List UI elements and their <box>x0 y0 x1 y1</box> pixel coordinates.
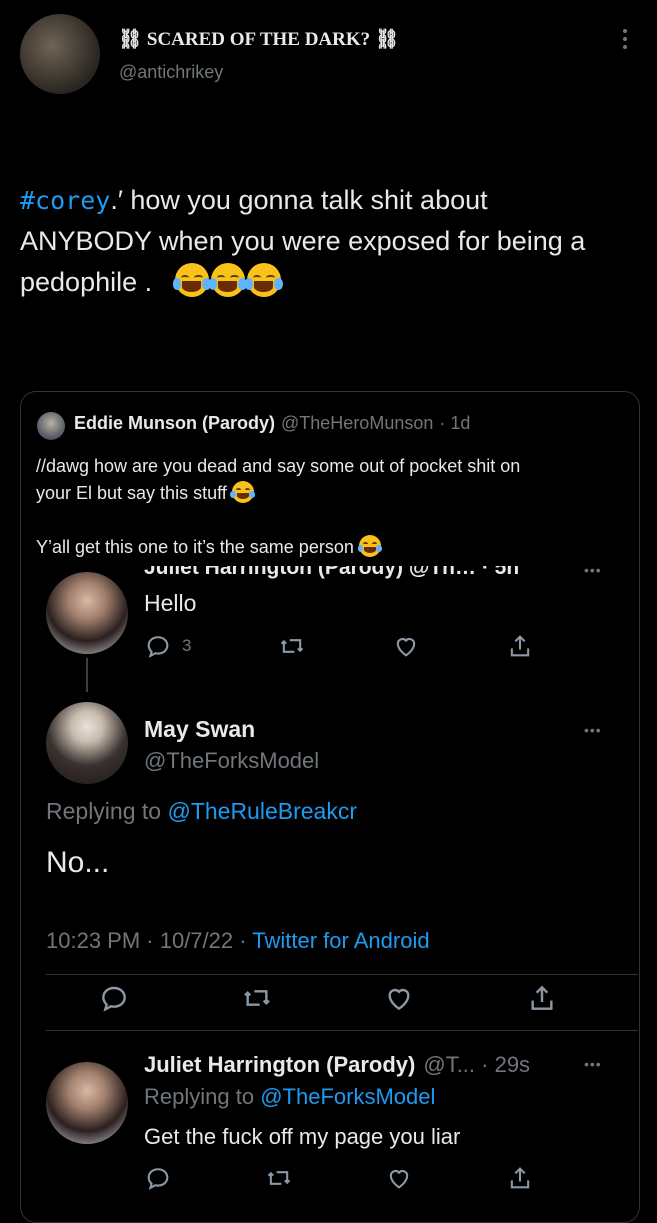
like-icon[interactable] <box>392 632 420 660</box>
reply1-header-partial: Juliet Harrington (Parody) @Th… · 5h <box>144 566 520 579</box>
more-options-icon[interactable] <box>618 28 632 50</box>
quoted-text-line1: //dawg how are you dead and say some out… <box>36 456 521 476</box>
reply2-replying-link[interactable]: @TheForksModel <box>260 1084 435 1109</box>
reply2-more-icon[interactable]: ••• <box>584 1056 602 1072</box>
main-more-icon[interactable]: ••• <box>584 722 602 738</box>
hashtag-link[interactable]: #corey <box>20 186 110 215</box>
divider <box>46 1030 638 1031</box>
main-text: No... <box>46 846 110 879</box>
reply2-replying-to: Replying to @TheForksModel <box>144 1084 435 1110</box>
main-avatar[interactable] <box>46 702 128 784</box>
embedded-screenshot: Juliet Harrington (Parody) @Th… · 5h •••… <box>28 566 638 1200</box>
reply2-avatar[interactable] <box>46 1062 128 1144</box>
main-time: 10:23 PM · 10/7/22 · <box>46 928 247 953</box>
tweet-text-line3: pedophile . <box>20 267 153 297</box>
quoted-header: Eddie Munson (Parody) @TheHeroMunson · 1… <box>74 413 470 434</box>
reply2-author-name[interactable]: Juliet Harrington (Parody) <box>144 1052 415 1078</box>
main-replying-to: Replying to @TheRuleBreakcr <box>46 798 357 825</box>
quoted-author-avatar[interactable] <box>37 412 65 440</box>
divider <box>46 974 638 975</box>
laughing-emoji-icon <box>244 263 283 297</box>
quoted-time: · 1d <box>439 413 471 433</box>
reply2-text: Get the fuck off my page you liar <box>144 1124 461 1149</box>
quoted-text: //dawg how are you dead and say some out… <box>36 453 626 561</box>
quoted-text-line2: your El but say this stuff <box>36 483 227 503</box>
main-timestamp: 10:23 PM · 10/7/22 · Twitter for Android <box>46 928 430 954</box>
tweet-text-line2: ANYBODY when you were exposed for being … <box>20 226 586 256</box>
main-actions <box>98 982 558 1014</box>
reply1-reply-count: 3 <box>182 636 192 655</box>
reply1-actions: 3 <box>144 632 534 660</box>
retweet-icon[interactable] <box>265 1164 293 1192</box>
tweet-text: #corey.′ how you gonna talk shit about A… <box>20 180 650 303</box>
quoted-text-line3: Y’all get this one to it’s the same pers… <box>36 537 354 557</box>
like-icon[interactable] <box>385 1164 413 1192</box>
reply2-actions <box>144 1164 534 1192</box>
thread-connector-line <box>86 658 88 692</box>
laughing-emoji-icon <box>230 481 256 503</box>
tweet-text-line1: .′ how you gonna talk shit about <box>110 185 488 215</box>
reply1-text: Hello <box>144 590 197 616</box>
main-author-handle[interactable]: @TheForksModel <box>144 748 319 774</box>
laughing-emoji-icon <box>172 263 211 297</box>
reply2-replying-prefix: Replying to <box>144 1084 255 1109</box>
reply1-reply-button[interactable]: 3 <box>144 632 191 660</box>
reply-icon <box>144 632 172 660</box>
retweet-icon[interactable] <box>278 632 306 660</box>
reply2-header: Juliet Harrington (Parody) @T... · 29s <box>144 1052 530 1078</box>
reply1-more-icon[interactable]: ••• <box>584 566 602 578</box>
reply-icon[interactable] <box>144 1164 172 1192</box>
author-avatar[interactable] <box>20 14 100 94</box>
quoted-author-handle[interactable]: @TheHeroMunson <box>281 413 433 434</box>
share-icon[interactable] <box>506 632 534 660</box>
main-replying-link[interactable]: @TheRuleBreakcr <box>167 798 357 824</box>
laughing-emoji-icon <box>208 263 247 297</box>
like-icon[interactable] <box>383 982 415 1014</box>
retweet-icon[interactable] <box>241 982 273 1014</box>
author-display-name[interactable]: ⛓ SCARED OF THE DARK? ⛓ <box>118 27 399 51</box>
laughing-emoji-icon <box>357 535 383 557</box>
main-source-link[interactable]: Twitter for Android <box>252 928 429 953</box>
reply2-handle-time[interactable]: @T... · 29s <box>423 1052 530 1078</box>
main-author-name[interactable]: May Swan <box>144 716 255 743</box>
author-handle[interactable]: @antichrikey <box>119 62 223 83</box>
share-icon[interactable] <box>526 982 558 1014</box>
reply1-avatar[interactable] <box>46 572 128 654</box>
reply-icon[interactable] <box>98 982 130 1014</box>
main-replying-prefix: Replying to <box>46 798 162 824</box>
share-icon[interactable] <box>506 1164 534 1192</box>
quoted-author-name[interactable]: Eddie Munson (Parody) <box>74 413 275 434</box>
